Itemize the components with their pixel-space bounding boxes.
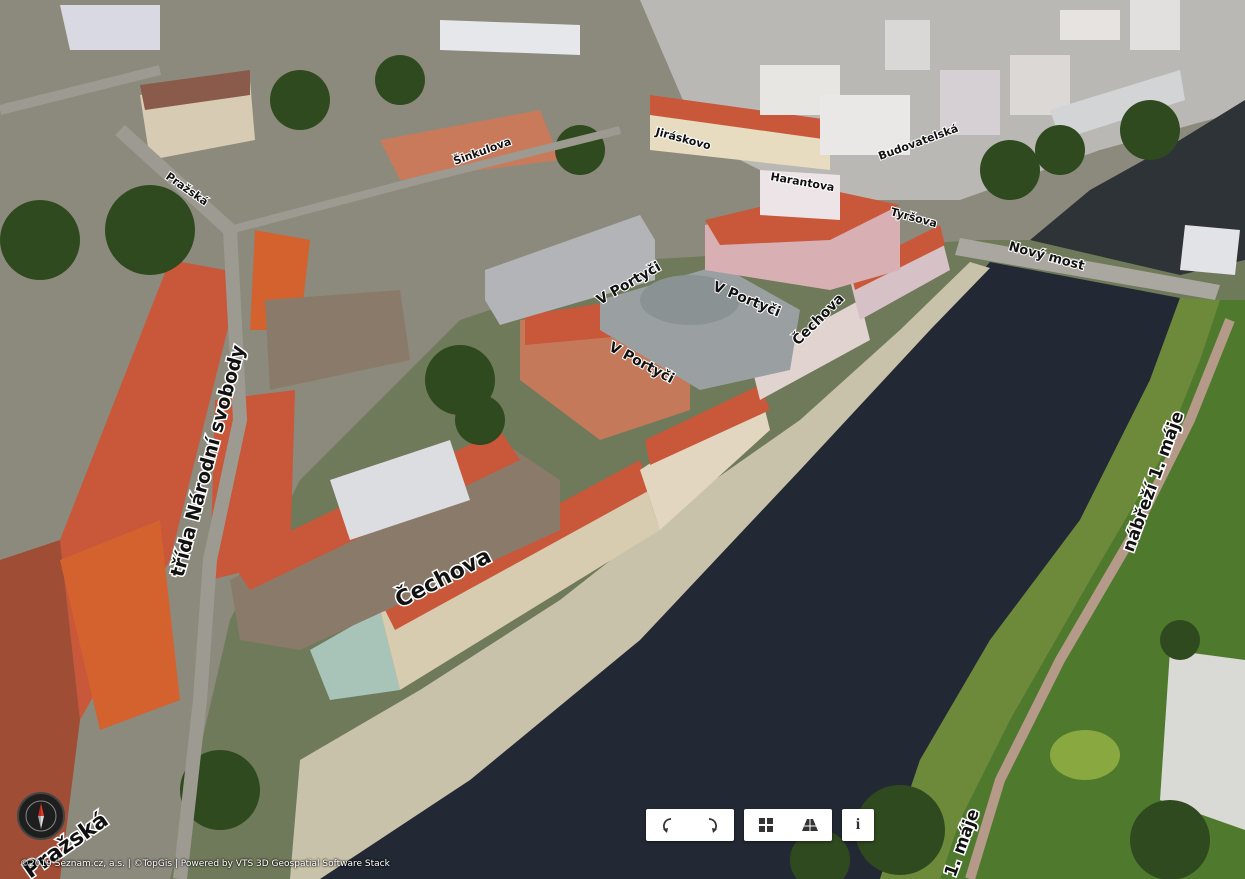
copyright-text: ©2019 Seznam.cz, a.s. | ©TopGis | Powere… bbox=[20, 859, 390, 869]
view-mode-controls bbox=[744, 809, 832, 841]
grid-icon[interactable] bbox=[744, 809, 788, 841]
compass-icon[interactable] bbox=[17, 792, 65, 840]
rotate-right-icon[interactable] bbox=[690, 809, 734, 841]
info-control: i bbox=[842, 809, 874, 841]
perspective-icon[interactable] bbox=[788, 809, 832, 841]
info-icon: i bbox=[855, 816, 861, 833]
rotate-controls bbox=[646, 809, 734, 841]
info-button[interactable]: i bbox=[842, 809, 874, 841]
rotate-left-icon[interactable] bbox=[646, 809, 690, 841]
map-3d-view[interactable]: Čechova třída Národní svobody V Portyči … bbox=[0, 0, 1245, 879]
